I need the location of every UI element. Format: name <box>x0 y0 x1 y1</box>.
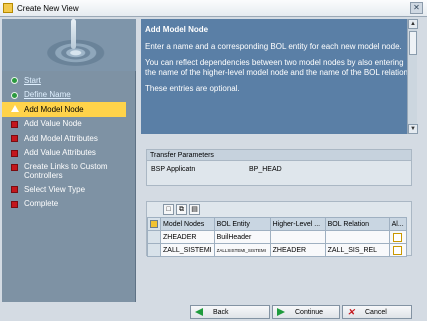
row-selector[interactable] <box>147 243 161 257</box>
wizard-steps-panel: Start Define Name Add Model Node Add Val… <box>2 19 136 302</box>
delete-row-icon[interactable]: ▤ <box>189 204 200 215</box>
step-list: Start Define Name Add Model Node Add Val… <box>2 73 136 211</box>
scroll-up-icon[interactable]: ▲ <box>408 19 418 29</box>
step-label: Add Model Node <box>24 104 84 114</box>
step-label: Add Value Attributes <box>24 148 96 158</box>
step-label: Complete <box>24 199 59 209</box>
continue-label: Continue <box>295 308 324 316</box>
help-text-3: These entries are optional. <box>145 84 240 93</box>
cell-bol-relation[interactable]: ZALL_SIS_REL <box>324 243 390 257</box>
cell-al-checkbox[interactable] <box>388 230 407 244</box>
window-title: Create New View <box>17 3 79 13</box>
water-drop-banner <box>2 19 136 71</box>
new-row-icon[interactable]: □ <box>163 204 174 215</box>
step-define-name[interactable]: Define Name <box>2 88 136 103</box>
check-icon <box>11 91 18 99</box>
scroll-down-icon[interactable]: ▼ <box>408 124 418 134</box>
copy-row-icon[interactable]: ⧉ <box>176 204 187 215</box>
bsp-application-value: BP_HEAD <box>249 166 282 173</box>
table-row[interactable]: ZHEADER BuilHeader <box>147 230 407 244</box>
cell-higher-level[interactable]: ZHEADER <box>269 243 326 257</box>
table-row[interactable]: ZALL_SISTEMI ZALLSISTEMI_SISTEMI ZHEADER… <box>147 243 407 257</box>
cell-bol-entity[interactable]: ZALLSISTEMI_SISTEMI <box>213 243 271 257</box>
step-label: Select View Type <box>24 184 86 194</box>
row-selector[interactable] <box>147 230 161 244</box>
step-label: Add Value Node <box>24 119 82 129</box>
step-add-model-node: Add Model Node <box>2 102 126 117</box>
step-label: Add Model Attributes <box>24 133 98 143</box>
group-title: Transfer Parameters <box>147 150 411 161</box>
drop-graphic <box>71 19 76 49</box>
pending-icon <box>11 149 18 157</box>
col-model-nodes[interactable]: Model Nodes <box>160 217 215 231</box>
pending-icon <box>11 120 18 128</box>
wizard-footer: Back Continue ✕ Cancel <box>0 302 427 321</box>
step-start[interactable]: Start <box>2 73 136 88</box>
pending-icon <box>11 135 18 142</box>
cell-higher-level[interactable] <box>269 230 326 244</box>
col-bol-relation[interactable]: BOL Relation <box>324 217 390 231</box>
cell-bol-relation[interactable] <box>324 230 390 244</box>
select-all-icon[interactable] <box>147 217 161 231</box>
cancel-button[interactable]: ✕ Cancel <box>342 305 412 319</box>
step-label: Start <box>24 75 41 85</box>
step-complete: Complete <box>2 197 136 212</box>
window-titlebar: Create New View ✕ <box>0 0 427 17</box>
cell-al-checkbox[interactable] <box>388 243 407 257</box>
scroll-thumb[interactable] <box>409 31 417 55</box>
close-icon[interactable]: ✕ <box>410 2 423 14</box>
current-step-icon <box>11 105 19 112</box>
help-panel: Add Model Node Enter a name and a corres… <box>141 19 417 134</box>
step-select-view-type: Select View Type <box>2 182 136 197</box>
col-higher-level[interactable]: Higher-Level ... <box>269 217 326 231</box>
step-label: Create Links to Custom Controllers <box>24 162 108 180</box>
check-icon <box>11 77 18 84</box>
cancel-icon: ✕ <box>347 307 355 317</box>
col-bol-entity[interactable]: BOL Entity <box>213 217 271 231</box>
forward-arrow-icon <box>277 308 285 316</box>
model-nodes-table-area: □ ⧉ ▤ Model Nodes BOL Entity Higher-Leve… <box>146 201 412 257</box>
bsp-application-label: BSP Applicatn <box>151 166 196 173</box>
step-add-value-attributes: Add Value Attributes <box>2 146 136 161</box>
help-heading: Add Model Node <box>145 25 209 34</box>
cancel-label: Cancel <box>365 308 387 316</box>
cell-model-node[interactable]: ZHEADER <box>160 230 215 244</box>
step-label: Define Name <box>24 90 71 100</box>
transfer-parameters-group: Transfer Parameters BSP Applicatn BP_HEA… <box>146 149 412 186</box>
help-text-1: Enter a name and a corresponding BOL ent… <box>145 42 402 51</box>
app-icon <box>3 3 13 13</box>
col-al[interactable]: Al... <box>388 217 407 231</box>
pending-icon <box>11 200 18 208</box>
pending-icon <box>11 186 18 193</box>
step-add-model-attributes: Add Model Attributes <box>2 131 136 146</box>
help-scrollbar[interactable]: ▲ ▼ <box>407 19 418 134</box>
back-button[interactable]: Back <box>190 305 270 319</box>
back-label: Back <box>213 308 229 316</box>
step-add-value-node: Add Value Node <box>2 117 136 132</box>
cell-bol-entity[interactable]: BuilHeader <box>213 230 271 244</box>
cell-model-node[interactable]: ZALL_SISTEMI <box>160 243 215 257</box>
model-nodes-table: Model Nodes BOL Entity Higher-Level ... … <box>147 217 407 257</box>
table-toolbar: □ ⧉ ▤ <box>147 202 411 217</box>
help-text-2: You can reflect dependencies between two… <box>145 58 411 77</box>
pending-icon <box>11 164 18 171</box>
step-create-links: Create Links to Custom Controllers <box>2 160 136 182</box>
continue-button[interactable]: Continue <box>272 305 340 319</box>
back-arrow-icon <box>195 308 203 316</box>
